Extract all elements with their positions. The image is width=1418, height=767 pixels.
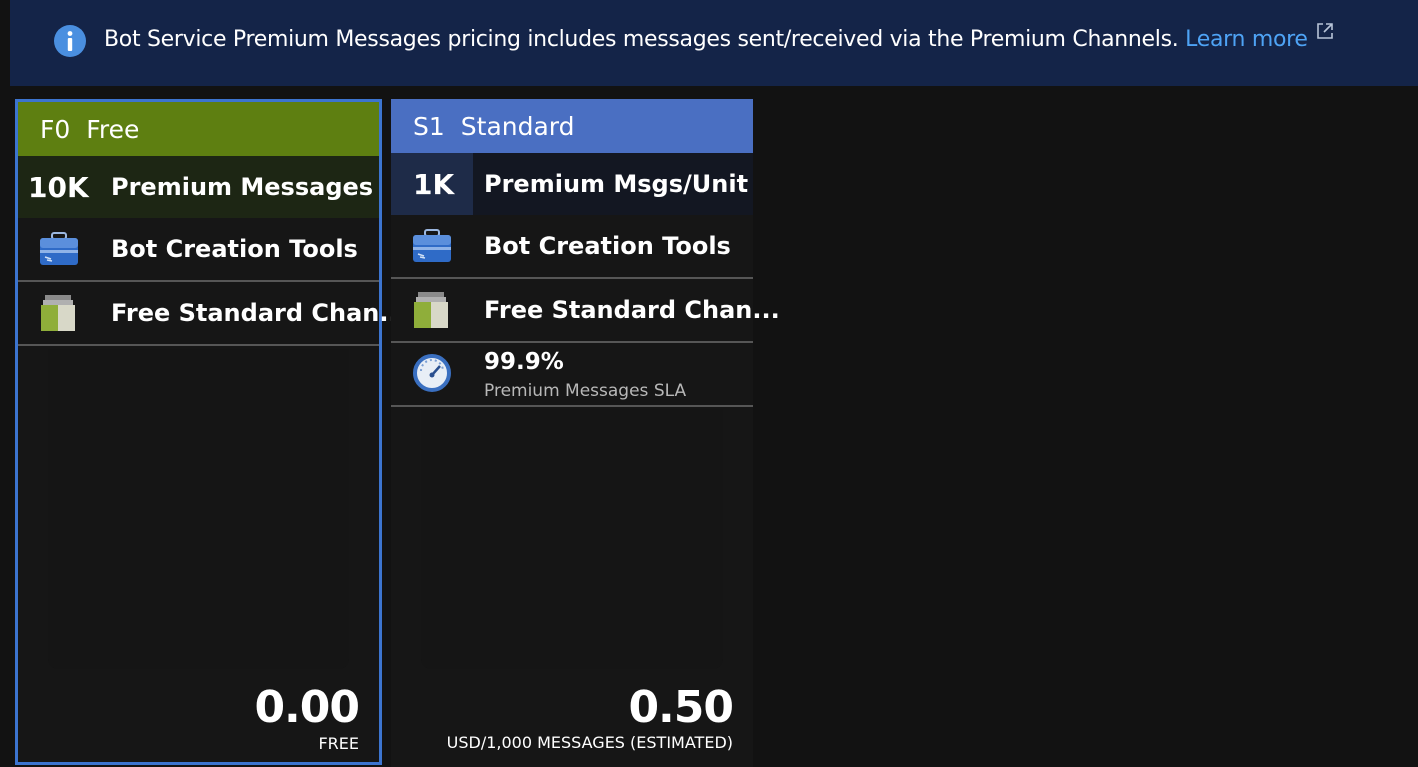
- premium-messages-row: 1K Premium Msgs/Unit: [391, 153, 753, 215]
- tier-header-f0: F0 Free: [18, 102, 379, 156]
- gauge-icon: [413, 354, 451, 392]
- tier-name: Standard: [460, 111, 575, 141]
- sla-row: 99.9% Premium Messages SLA: [391, 343, 753, 407]
- price-unit: FREE: [318, 734, 359, 753]
- price-value: 0.50: [628, 682, 734, 733]
- channels-icon: [41, 295, 75, 331]
- price-value: 0.00: [254, 682, 360, 733]
- blank-area: [421, 409, 723, 669]
- messages-count: 10K: [28, 170, 89, 204]
- tier-code: F0: [40, 114, 71, 144]
- tier-header-s1: S1 Standard: [391, 99, 753, 153]
- tier-card-s1[interactable]: S1 Standard 1K Premium Msgs/Unit Bot Cre…: [391, 99, 780, 767]
- feature-label: Free Standard Chan...: [484, 296, 780, 324]
- messages-label: Premium Msgs/Unit: [484, 170, 749, 198]
- feature-row: Bot Creation Tools: [391, 215, 753, 279]
- tier-name: Free: [86, 114, 140, 144]
- feature-row: Free Standard Chan...: [18, 282, 407, 346]
- sla-value: 99.9%: [484, 349, 564, 375]
- premium-messages-row: 10K Premium Messages: [18, 156, 379, 218]
- sla-label: Premium Messages SLA: [484, 381, 687, 401]
- feature-row: Bot Creation Tools: [18, 218, 379, 282]
- tier-card-f0[interactable]: F0 Free 10K Premium Messages Bot Creatio…: [15, 99, 407, 765]
- info-icon: [54, 25, 86, 57]
- messages-label: Premium Messages: [111, 173, 374, 201]
- toolbox-icon: [413, 229, 451, 262]
- banner-message: Bot Service Premium Messages pricing inc…: [104, 22, 1334, 52]
- toolbox-icon: [40, 232, 78, 265]
- external-link-icon[interactable]: [1316, 22, 1334, 40]
- feature-row: Free Standard Chan...: [391, 279, 780, 343]
- channels-icon: [414, 292, 448, 328]
- price-unit: USD/1,000 MESSAGES (ESTIMATED): [446, 733, 733, 752]
- blank-area: [48, 349, 349, 669]
- learn-more-link[interactable]: Learn more: [1185, 27, 1308, 52]
- feature-label: Bot Creation Tools: [111, 235, 358, 263]
- info-banner: Bot Service Premium Messages pricing inc…: [10, 0, 1418, 86]
- tier-code: S1: [413, 111, 445, 141]
- messages-count: 1K: [413, 167, 455, 201]
- feature-label: Bot Creation Tools: [484, 232, 731, 260]
- banner-text: Bot Service Premium Messages pricing inc…: [104, 27, 1179, 52]
- feature-label: Free Standard Chan...: [111, 299, 407, 327]
